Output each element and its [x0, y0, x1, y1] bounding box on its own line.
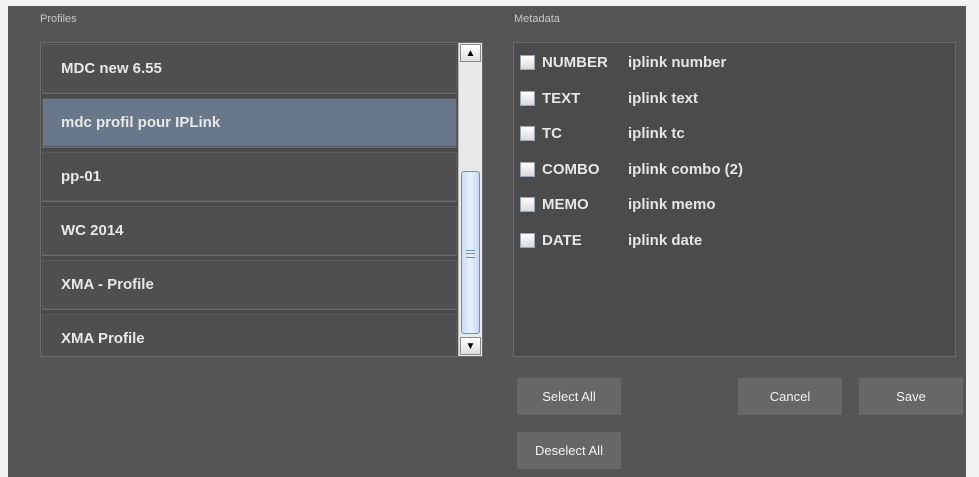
profiles-scrollbar[interactable]: ▲ ▼	[458, 43, 482, 356]
profile-item[interactable]: WC 2014	[42, 206, 457, 256]
metadata-checkbox[interactable]	[520, 232, 535, 248]
metadata-checkbox[interactable]	[520, 90, 535, 106]
metadata-heading: Metadata	[514, 13, 560, 25]
profile-item-label: pp-01	[61, 168, 102, 185]
metadata-item: COMBO iplink combo (2)	[520, 159, 743, 179]
profile-item-label: WC 2014	[61, 222, 124, 239]
metadata-value: iplink combo (2)	[628, 160, 744, 178]
profile-list: MDC new 6.55 mdc profil pour IPLink pp-0…	[42, 44, 457, 356]
metadata-value: iplink date	[628, 231, 703, 249]
metadata-key: MEMO	[542, 195, 589, 213]
metadata-key: NUMBER	[542, 53, 608, 71]
select-all-button[interactable]: Select All	[517, 378, 621, 415]
metadata-item: NUMBER iplink number	[520, 52, 726, 72]
profile-item-label: mdc profil pour IPLink	[61, 114, 221, 131]
metadata-key: TC	[542, 124, 562, 142]
profile-item[interactable]: MDC new 6.55	[42, 44, 457, 94]
scroll-up-button[interactable]: ▲	[460, 44, 481, 62]
profile-item-label: XMA - Profile	[61, 276, 154, 293]
metadata-checkbox[interactable]	[520, 125, 535, 141]
save-button[interactable]: Save	[859, 378, 963, 415]
cancel-button[interactable]: Cancel	[738, 378, 842, 415]
arrow-down-icon: ▼	[465, 340, 476, 352]
metadata-item: DATE iplink date	[520, 230, 702, 250]
metadata-value: iplink number	[628, 53, 727, 71]
metadata-item: TC iplink tc	[520, 123, 685, 143]
metadata-value: iplink memo	[628, 195, 716, 213]
profile-item-selected[interactable]: mdc profil pour IPLink	[42, 98, 457, 148]
metadata-item: MEMO iplink memo	[520, 194, 716, 214]
grip-icon	[466, 250, 475, 258]
profile-item[interactable]: XMA Profile	[42, 314, 457, 356]
metadata-item: TEXT iplink text	[520, 88, 698, 108]
metadata-key: DATE	[542, 231, 582, 249]
metadata-value: iplink tc	[628, 124, 685, 142]
metadata-value: iplink text	[628, 89, 699, 107]
profiles-list-box: MDC new 6.55 mdc profil pour IPLink pp-0…	[40, 42, 483, 357]
scroll-down-button[interactable]: ▼	[460, 337, 481, 355]
metadata-checkbox[interactable]	[520, 161, 535, 177]
deselect-all-button[interactable]: Deselect All	[517, 432, 621, 469]
metadata-list-box: NUMBER iplink number TEXT iplink text TC…	[513, 42, 956, 357]
profile-item-label: XMA Profile	[61, 330, 145, 347]
metadata-key: COMBO	[542, 160, 600, 178]
profile-item[interactable]: XMA - Profile	[42, 260, 457, 310]
metadata-checkbox[interactable]	[520, 196, 535, 212]
scroll-thumb[interactable]	[461, 171, 480, 334]
arrow-up-icon: ▲	[465, 47, 476, 59]
profile-item-label: MDC new 6.55	[61, 60, 162, 77]
metadata-key: TEXT	[542, 89, 581, 107]
profiles-heading: Profiles	[40, 13, 77, 25]
metadata-checkbox[interactable]	[520, 54, 535, 70]
window-left-edge	[0, 0, 8, 477]
profile-item[interactable]: pp-01	[42, 152, 457, 202]
